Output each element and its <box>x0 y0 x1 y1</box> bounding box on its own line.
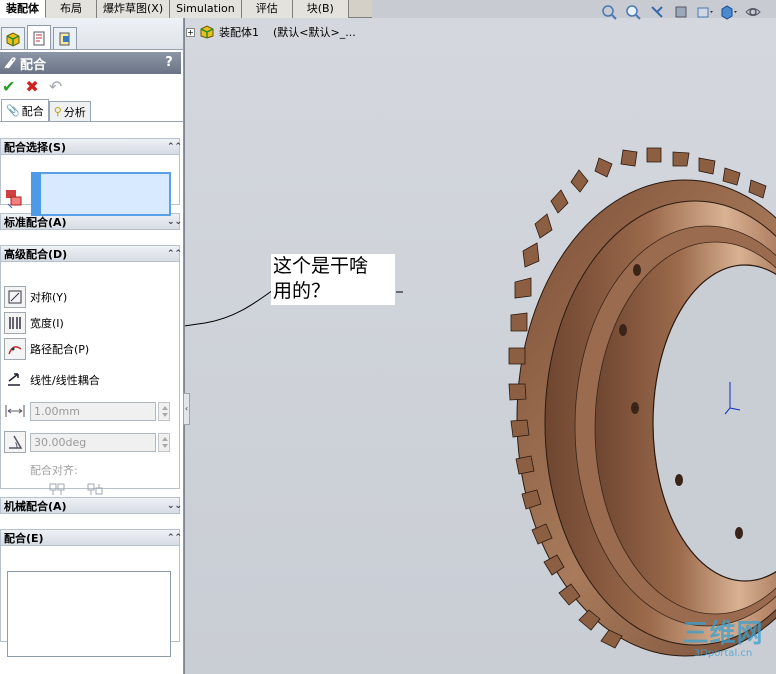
distance-icon <box>4 400 26 422</box>
cancel-x-icon[interactable]: ✖ <box>25 79 38 95</box>
tab-mates-label: 配合 <box>21 104 44 118</box>
watermark-logo: 三维网 3Dportal.cn <box>676 620 770 660</box>
anti-aligned-icon <box>87 483 103 495</box>
selection-active-indicator <box>31 172 41 216</box>
mate-selections-header[interactable]: 配合选择(S) ⌃⌃ <box>0 138 182 155</box>
collapse-up-icon[interactable]: ⌃⌃ <box>167 249 182 259</box>
assembly-name: 装配体1 <box>219 26 259 39</box>
tab-analysis[interactable]: ⚲ 分析 <box>48 101 91 121</box>
mate-alignment-label: 配合对齐: <box>30 464 78 477</box>
watermark-site: 3Dportal.cn <box>693 648 753 659</box>
mechanical-mates-title: 机械配合(A) <box>4 499 67 513</box>
section-view-icon[interactable] <box>672 4 690 20</box>
assembly-tree-icon <box>6 31 20 47</box>
help-button[interactable]: ? <box>161 55 177 71</box>
view-toolbar <box>600 4 762 20</box>
property-sheet-icon <box>33 31 45 45</box>
angle-row <box>4 431 26 453</box>
callout-line-1: 这个是干啥 <box>273 255 369 277</box>
advanced-mates-header[interactable]: 高级配合(D) ⌃⌃ <box>0 245 182 262</box>
analysis-icon: ⚲ <box>53 105 62 118</box>
panel-title: 配合 <box>20 57 47 73</box>
hide-show-icon[interactable] <box>744 4 762 20</box>
display-style-icon[interactable] <box>720 4 738 20</box>
mate-selection-field[interactable] <box>31 172 171 216</box>
symmetric-icon[interactable] <box>4 286 26 308</box>
feature-tree-root[interactable]: + 装配体1 (默认<默认>_... <box>186 24 356 40</box>
watermark-brand: 三维网 <box>682 619 764 649</box>
width-mate-option[interactable]: 宽度(I) <box>4 312 64 334</box>
question-callout: 这个是干啥 用的？ <box>271 254 395 305</box>
tab-mates[interactable]: 📎 配合 <box>1 99 49 121</box>
manager-tabs <box>0 18 183 50</box>
tab-analysis-label: 分析 <box>63 105 86 119</box>
graphics-area[interactable] <box>184 18 776 674</box>
width-icon[interactable] <box>4 312 26 334</box>
mechanical-mates-header[interactable]: 机械配合(A) ⌄⌄ <box>0 497 182 514</box>
angle-input[interactable]: 30.00deg <box>30 433 156 452</box>
symmetric-label: 对称(Y) <box>30 291 68 304</box>
collapse-up-icon[interactable]: ⌃⌃ <box>167 142 182 152</box>
configuration-label: (默认<默认>_... <box>273 26 356 39</box>
expand-down-icon[interactable]: ⌄⌄ <box>167 217 182 227</box>
path-mate-option[interactable]: 路径配合(P) <box>4 338 89 360</box>
action-buttons: ✔ ✖ ↶ <box>0 74 183 100</box>
path-mate-label: 路径配合(P) <box>30 343 90 356</box>
view-orientation-icon[interactable] <box>696 4 714 20</box>
mates-list-header[interactable]: 配合(E) ⌃⌃ <box>0 529 182 546</box>
tab-blocks[interactable]: 块(B) <box>292 0 349 18</box>
tab-explode-sketch[interactable]: 爆炸草图(X) <box>97 0 171 18</box>
zoom-area-icon[interactable] <box>624 4 642 20</box>
tab-evaluate[interactable]: 评估 <box>241 0 293 18</box>
mates-listbox[interactable] <box>7 571 171 657</box>
configuration-icon <box>59 32 70 45</box>
mate-subtabs: 📎 配合 ⚲ 分析 <box>0 99 183 122</box>
expand-icon[interactable]: + <box>186 27 195 37</box>
angle-spinner[interactable] <box>158 433 170 452</box>
path-mate-icon[interactable] <box>4 338 26 360</box>
expand-down-icon[interactable]: ⌄⌄ <box>167 501 182 511</box>
previous-view-icon[interactable] <box>648 4 666 20</box>
linear-coupler-icon[interactable] <box>4 369 26 391</box>
assembly-icon <box>200 25 214 39</box>
callout-leader <box>185 289 403 327</box>
zoom-fit-icon[interactable] <box>600 4 618 20</box>
symmetric-mate-option[interactable]: 对称(Y) <box>4 286 67 308</box>
callout-line-2: 用的？ <box>273 280 331 302</box>
paperclip-icon: 📎 <box>6 104 20 117</box>
entities-to-mate-icon <box>6 190 22 209</box>
solidworks-window: { "top_tabs": ["装配体", "布局", "爆炸草图(X)", "… <box>0 0 776 674</box>
mates-list-title: 配合(E) <box>4 531 44 545</box>
tab-layout[interactable]: 布局 <box>46 0 97 18</box>
mate-title-bar: 配合 ? <box>0 52 181 74</box>
anti-aligned-button[interactable] <box>86 482 104 499</box>
mate-paperclip-icon <box>4 57 16 69</box>
linear-coupler-label: 线性/线性耦合 <box>30 374 100 387</box>
distance-input[interactable]: 1.00mm <box>30 402 156 421</box>
property-manager-tab[interactable] <box>27 25 51 49</box>
feature-manager-tab[interactable] <box>1 27 25 49</box>
tab-assembly[interactable]: 装配体 <box>0 0 46 18</box>
configuration-manager-tab[interactable] <box>53 27 77 49</box>
distance-row <box>4 400 26 422</box>
tab-simulation[interactable]: Simulation <box>170 0 242 18</box>
distance-spinner[interactable] <box>158 402 170 421</box>
linear-coupler-option[interactable]: 线性/线性耦合 <box>4 369 100 391</box>
aligned-button[interactable] <box>48 482 66 499</box>
collapse-up-icon[interactable]: ⌃⌃ <box>167 533 182 543</box>
undo-icon[interactable]: ↶ <box>49 79 62 95</box>
width-label: 宽度(I) <box>30 317 64 330</box>
angle-icon <box>4 431 26 453</box>
advanced-mates-title: 高级配合(D) <box>4 247 68 261</box>
aligned-icon <box>49 483 65 495</box>
ok-check-icon[interactable]: ✔ <box>2 79 15 95</box>
command-manager-tabs: 装配体 布局 爆炸草图(X) Simulation 评估 块(B) <box>0 0 372 18</box>
panel-splitter-handle[interactable]: ‹ <box>183 393 190 425</box>
mate-selections-title: 配合选择(S) <box>4 140 66 154</box>
